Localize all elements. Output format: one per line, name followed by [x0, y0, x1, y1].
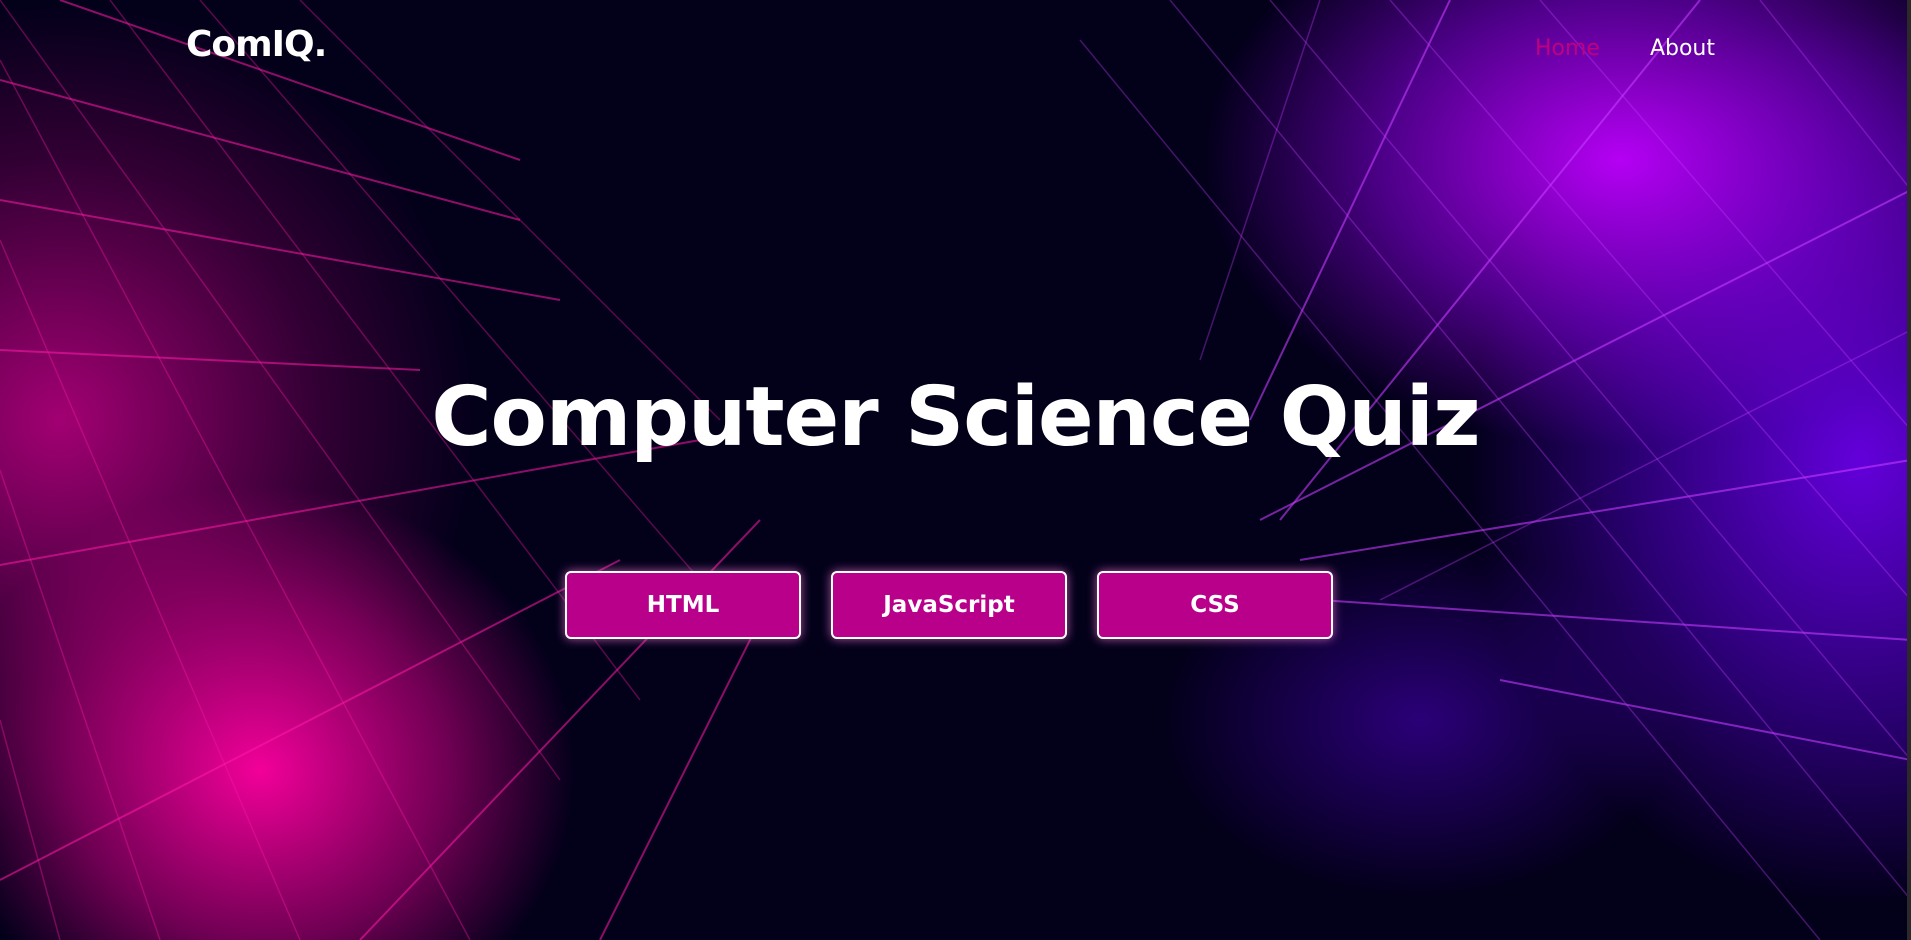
javascript-quiz-button[interactable]: JavaScript: [831, 571, 1067, 639]
site-logo[interactable]: ComIQ.: [186, 24, 327, 65]
background-grid-lines: [0, 0, 1911, 940]
css-quiz-button[interactable]: CSS: [1097, 571, 1333, 639]
nav-about-link[interactable]: About: [1650, 36, 1715, 61]
quiz-topic-buttons: HTML JavaScript CSS: [565, 571, 1333, 639]
html-quiz-button[interactable]: HTML: [565, 571, 801, 639]
page-title: Computer Science Quiz: [431, 370, 1480, 465]
nav-home-link[interactable]: Home: [1535, 36, 1600, 61]
page: ComIQ. Home About Computer Science Quiz …: [0, 0, 1911, 940]
window-edge: [1907, 0, 1911, 940]
top-nav: Home About: [1535, 36, 1715, 61]
